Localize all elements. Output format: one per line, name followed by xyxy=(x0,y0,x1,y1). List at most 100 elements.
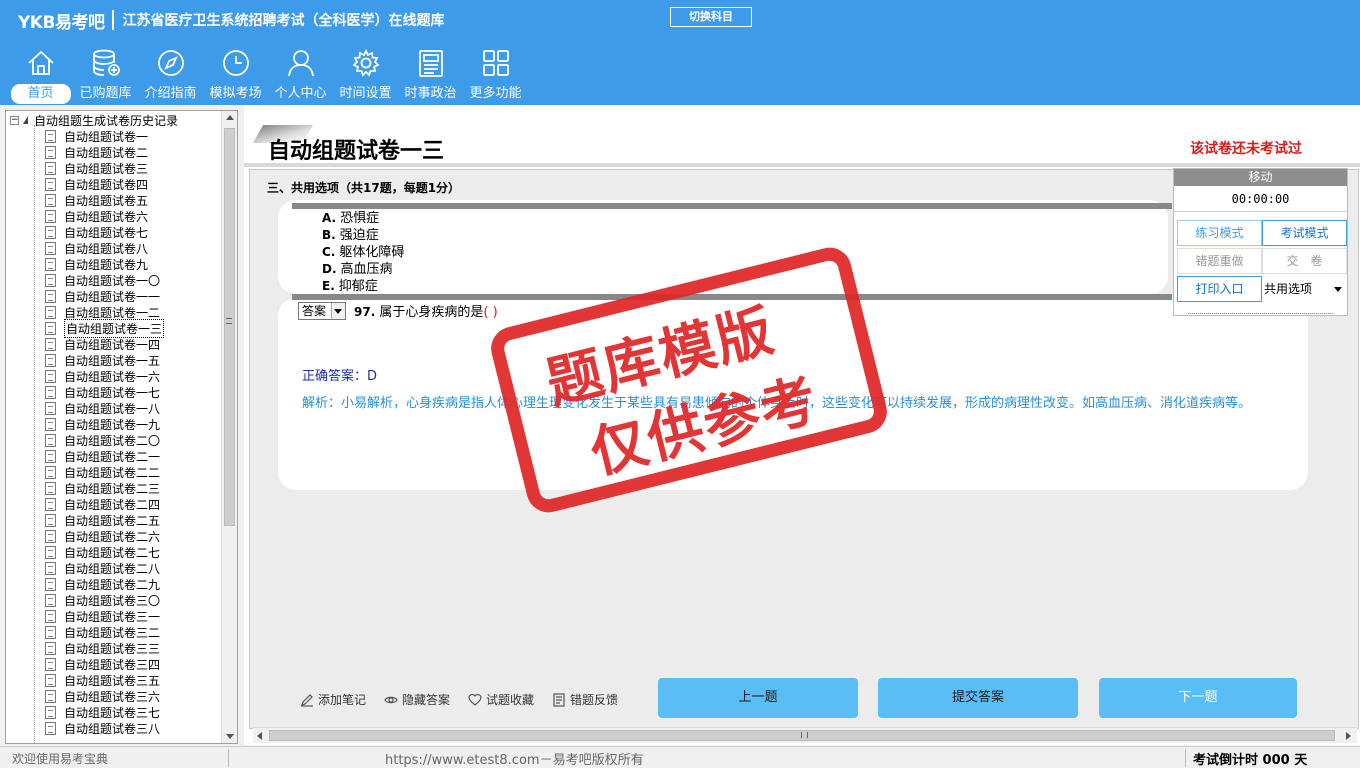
title-row: YKB易考吧 江苏省医疗卫生系统招聘考试（全科医学）在线题库 xyxy=(18,8,444,33)
question-text: 97. 属于心身疾病的是( ) xyxy=(354,305,498,320)
exam-timer: 00:00:00 xyxy=(1174,186,1347,212)
section-header: 三、共用选项（共17题，每题1分） xyxy=(267,181,461,195)
submit-paper-button[interactable]: 交 卷 xyxy=(1262,248,1347,274)
scroll-grip-icon xyxy=(226,318,232,324)
tree-scroll-thumb[interactable] xyxy=(224,128,235,526)
switch-subject-button[interactable]: 切换科目 xyxy=(670,7,752,27)
question-type-select[interactable]: 共用选项 xyxy=(1262,276,1346,302)
tree-scrollbar[interactable] xyxy=(221,111,237,743)
tree-item[interactable]: 自动组题试卷三二 xyxy=(45,624,164,640)
hide-answer-button[interactable]: 隐藏答案 xyxy=(384,691,450,708)
welcome-text: 欢迎使用易考宝典 xyxy=(12,752,109,766)
tree-item[interactable]: 自动组题试卷一 xyxy=(45,128,164,144)
document-icon xyxy=(45,241,56,255)
nav-guide[interactable]: 介绍指南 xyxy=(138,46,203,104)
nav-label: 模拟考场 xyxy=(209,86,262,101)
tree-item[interactable]: 自动组题试卷二四 xyxy=(45,496,164,512)
submit-answer-button[interactable]: 提交答案 xyxy=(878,678,1078,718)
tree-item-label: 自动组题试卷二四 xyxy=(64,497,161,512)
print-entry-button[interactable]: 打印入口 xyxy=(1177,276,1262,302)
favorite-button[interactable]: 试题收藏 xyxy=(468,691,534,708)
tree-item[interactable]: 自动组题试卷一八 xyxy=(45,400,164,416)
prev-question-button[interactable]: 上一题 xyxy=(658,678,858,718)
collapse-icon[interactable]: − xyxy=(10,115,19,125)
document-icon xyxy=(45,321,56,335)
tree-item-label: 自动组题试卷一 xyxy=(64,129,149,144)
tree-item[interactable]: 自动组题试卷四 xyxy=(45,176,164,192)
tree-item[interactable]: 自动组题试卷一四 xyxy=(45,336,164,352)
feedback-icon xyxy=(553,692,565,707)
tree-item[interactable]: 自动组题试卷二八 xyxy=(45,560,164,576)
tree-item[interactable]: 自动组题试卷三六 xyxy=(45,688,164,704)
pencil-icon xyxy=(301,693,313,707)
tree-items: 自动组题试卷一 自动组题试卷二 自动组题试卷三 自动组题试卷四 自动组题试卷五 自动组题试… xyxy=(45,128,165,736)
copyright-text: https://www.etest8.com－易考吧版权所有 xyxy=(385,753,644,768)
scroll-up-icon[interactable] xyxy=(226,115,234,120)
scroll-left-icon[interactable] xyxy=(257,732,262,740)
tree-item[interactable]: 自动组题试卷九 xyxy=(45,256,164,272)
tree-item-label: 自动组题试卷二 xyxy=(64,145,149,160)
nav-personal-center[interactable]: 个人中心 xyxy=(268,46,333,104)
paper-title: 自动组题试卷一三 xyxy=(268,139,445,164)
tree-item[interactable]: 自动组题试卷一六 xyxy=(45,368,164,384)
nav-purchased-banks[interactable]: 已购题库 xyxy=(73,46,138,104)
tree-item[interactable]: 自动组题试卷二〇 xyxy=(45,432,164,448)
nav-more[interactable]: 更多功能 xyxy=(463,46,528,104)
tree-item[interactable]: 自动组题试卷一三 xyxy=(45,318,165,338)
nav-current-affairs[interactable]: 时事政治 xyxy=(398,46,463,104)
tree-item[interactable]: 自动组题试卷二一 xyxy=(45,448,164,464)
document-icon xyxy=(45,353,56,367)
document-icon xyxy=(45,705,56,719)
scroll-down-icon[interactable] xyxy=(226,734,234,739)
redo-wrong-button[interactable]: 错题重做 xyxy=(1177,248,1262,274)
exam-mode-button[interactable]: 考试模式 xyxy=(1262,220,1347,246)
main-horizontal-scrollbar[interactable] xyxy=(253,727,1357,743)
tree-item[interactable]: 自动组题试卷三五 xyxy=(45,672,164,688)
tree-item[interactable]: 自动组题试卷一五 xyxy=(45,352,164,368)
answer-select[interactable]: 答案 xyxy=(298,302,346,320)
move-handle[interactable]: 移动 xyxy=(1174,169,1347,186)
add-note-button[interactable]: 添加笔记 xyxy=(300,691,366,708)
nav-home[interactable]: 首页 xyxy=(8,46,73,104)
tree-item[interactable]: 自动组题试卷三三 xyxy=(45,640,164,656)
tree-item[interactable]: 自动组题试卷一〇 xyxy=(45,272,164,288)
option-e: E. 抑郁症 xyxy=(322,279,378,294)
tree-item[interactable]: 自动组题试卷三八 xyxy=(45,720,164,736)
logo: YKB易考吧 xyxy=(18,12,105,33)
tree-item[interactable]: 自动组题试卷一一 xyxy=(45,288,164,304)
action-row: 错题重做 交 卷 xyxy=(1177,248,1347,274)
scroll-grip-icon xyxy=(801,732,808,738)
tree-root[interactable]: − 自动组题生成试卷历史记录 xyxy=(10,112,178,128)
tree-item[interactable]: 自动组题试卷六 xyxy=(45,208,164,224)
nav-mock-exam[interactable]: 模拟考场 xyxy=(203,46,268,104)
exam-countdown: 考试倒计时 000 天 xyxy=(1193,753,1308,768)
tree-item[interactable]: 自动组题试卷二七 xyxy=(45,544,164,560)
tree-item[interactable]: 自动组题试卷二 xyxy=(45,144,164,160)
panel-resize-handle[interactable] xyxy=(1188,313,1333,315)
tree-item[interactable]: 自动组题试卷七 xyxy=(45,224,164,240)
tree-item[interactable]: 自动组题试卷二九 xyxy=(45,576,164,592)
report-error-button[interactable]: 错题反馈 xyxy=(552,691,618,708)
tree-item[interactable]: 自动组题试卷一七 xyxy=(45,384,164,400)
tree-item[interactable]: 自动组题试卷二二 xyxy=(45,464,164,480)
tree-item[interactable]: 自动组题试卷三四 xyxy=(45,656,164,672)
scroll-right-icon[interactable] xyxy=(1346,732,1351,740)
tree-item-label: 自动组题试卷一七 xyxy=(64,385,161,400)
tree-item[interactable]: 自动组题试卷三七 xyxy=(45,704,164,720)
tree-item[interactable]: 自动组题试卷三〇 xyxy=(45,592,164,608)
next-question-button[interactable]: 下一题 xyxy=(1099,678,1297,718)
tree-item-label: 自动组题试卷三一 xyxy=(64,609,161,624)
tree-item[interactable]: 自动组题试卷三 xyxy=(45,160,164,176)
practice-mode-button[interactable]: 练习模式 xyxy=(1177,220,1262,246)
tree-item[interactable]: 自动组题试卷二三 xyxy=(45,480,164,496)
nav-time-settings[interactable]: 时间设置 xyxy=(333,46,398,104)
tree-item[interactable]: 自动组题试卷二五 xyxy=(45,512,164,528)
tree-item[interactable]: 自动组题试卷五 xyxy=(45,192,164,208)
tree-item[interactable]: 自动组题试卷一九 xyxy=(45,416,164,432)
tree-item[interactable]: 自动组题试卷三一 xyxy=(45,608,164,624)
tree-item[interactable]: 自动组题试卷八 xyxy=(45,240,164,256)
chevron-down-icon[interactable] xyxy=(331,303,345,319)
tree-item-label: 自动组题试卷三四 xyxy=(64,657,161,672)
status-divider xyxy=(228,749,229,767)
tree-item[interactable]: 自动组题试卷二六 xyxy=(45,528,164,544)
